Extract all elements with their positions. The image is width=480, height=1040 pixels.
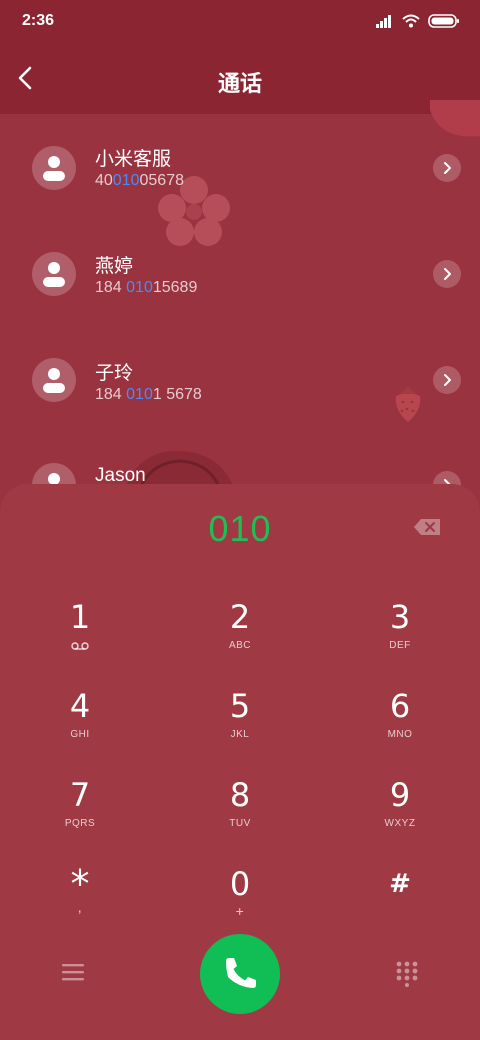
key-0[interactable]: 0 + (180, 865, 300, 945)
phone-icon (226, 958, 256, 988)
dialed-number[interactable]: 010 (0, 508, 480, 550)
keypad-grid-icon[interactable] (396, 961, 418, 987)
key-star[interactable]: * , (20, 865, 140, 945)
contact-number: 184 0101 5678 (95, 386, 202, 403)
contact-detail-button[interactable] (433, 154, 461, 182)
contact-row[interactable]: 燕婷 184 01015689 (0, 221, 480, 321)
status-icons (376, 13, 460, 29)
key-digit: 9 (389, 776, 411, 814)
key-digit: 3 (389, 598, 411, 636)
status-time: 2:36 (22, 12, 55, 29)
contact-name: 燕婷 (95, 256, 134, 277)
avatar (32, 358, 76, 402)
key-digit: # (389, 869, 411, 899)
backspace-icon[interactable] (413, 518, 441, 536)
key-letters: MNO (387, 729, 413, 740)
avatar (32, 146, 76, 190)
key-4[interactable]: 4 GHI (20, 687, 140, 767)
key-digit: 8 (229, 776, 251, 814)
avatar (32, 252, 76, 296)
key-6[interactable]: 6 MNO (340, 687, 460, 767)
key-digit: 6 (389, 687, 411, 725)
signal-icon (376, 15, 391, 28)
chevron-right-icon (444, 374, 451, 386)
chevron-right-icon (444, 268, 451, 280)
key-digit: 0 (229, 865, 251, 903)
key-hash[interactable]: # (340, 865, 460, 945)
menu-icon[interactable] (62, 962, 84, 982)
key-9[interactable]: 9 WXYZ (340, 776, 460, 856)
key-5[interactable]: 5 JKL (180, 687, 300, 767)
contact-name: 子玲 (95, 363, 134, 384)
battery-icon (428, 14, 459, 28)
contact-name: 小米客服 (95, 149, 172, 170)
key-digit: 1 (69, 598, 91, 636)
key-letters: , (77, 899, 83, 915)
key-1[interactable]: 1 (20, 598, 140, 678)
contact-row[interactable]: 小米客服 4001005678 (0, 114, 480, 214)
contact-number: 184 01015689 (95, 279, 198, 296)
key-letters: + (235, 903, 245, 919)
key-letters: GHI (70, 729, 90, 740)
contact-row[interactable]: 子玲 184 0101 5678 (0, 328, 480, 428)
key-letters: WXYZ (384, 818, 416, 829)
key-3[interactable]: 3 DEF (340, 598, 460, 678)
key-8[interactable]: 8 TUV (180, 776, 300, 856)
voicemail-icon (71, 642, 89, 650)
key-letters: PQRS (64, 818, 96, 829)
status-bar: 2:36 (0, 0, 480, 44)
contact-list: 小米客服 4001005678 燕婷 184 01015689 子玲 184 0… (0, 114, 480, 494)
contact-detail-button[interactable] (433, 260, 461, 288)
key-digit: 4 (69, 687, 91, 725)
key-letters: TUV (229, 818, 251, 829)
key-letters: JKL (230, 729, 250, 740)
key-digit: * (70, 862, 90, 906)
page-title: 通话 (217, 71, 262, 96)
call-button[interactable] (200, 934, 280, 1014)
contact-number: 4001005678 (95, 172, 184, 189)
key-7[interactable]: 7 PQRS (20, 776, 140, 856)
key-digit: 2 (229, 598, 251, 636)
dialpad-panel: 010 1 2 ABC 3 DEF 4 GHI 5 JKL 6 MNO 7 PQ… (0, 484, 480, 1040)
key-digit: 7 (69, 776, 91, 814)
key-letters: DEF (389, 640, 411, 651)
app-header: 通话 (0, 44, 480, 114)
key-2[interactable]: 2 ABC (180, 598, 300, 678)
wifi-icon (402, 14, 420, 28)
key-digit: 5 (229, 687, 251, 725)
chevron-right-icon (444, 162, 451, 174)
contact-detail-button[interactable] (433, 366, 461, 394)
key-letters: ABC (228, 640, 252, 651)
